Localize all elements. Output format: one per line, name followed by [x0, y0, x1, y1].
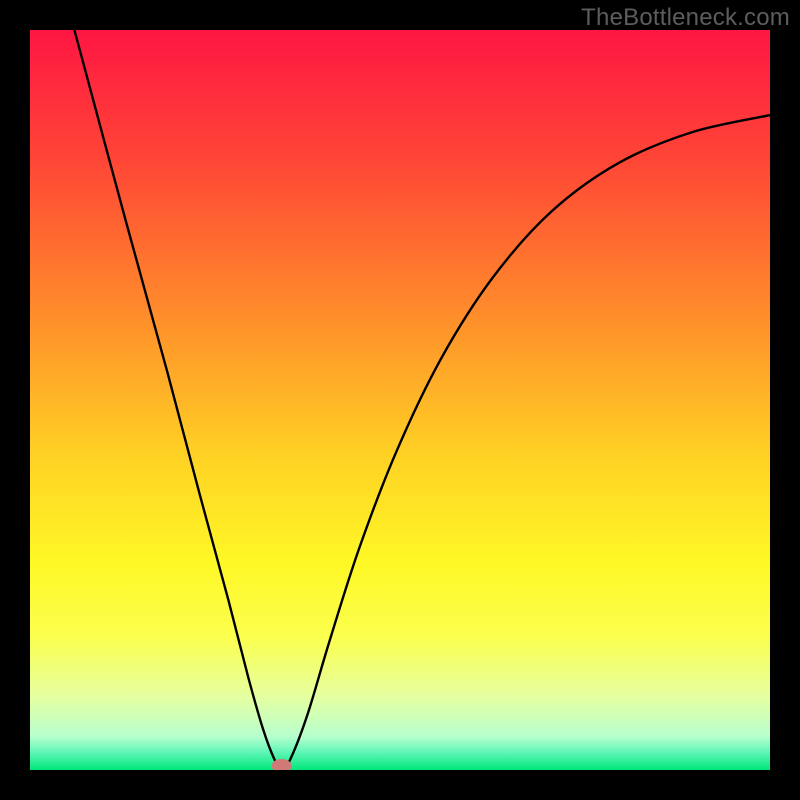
chart-stage: TheBottleneck.com	[0, 0, 800, 800]
gradient-background	[30, 30, 770, 770]
chart-svg	[30, 30, 770, 770]
watermark-text: TheBottleneck.com	[581, 4, 790, 32]
plot-area	[30, 30, 770, 770]
